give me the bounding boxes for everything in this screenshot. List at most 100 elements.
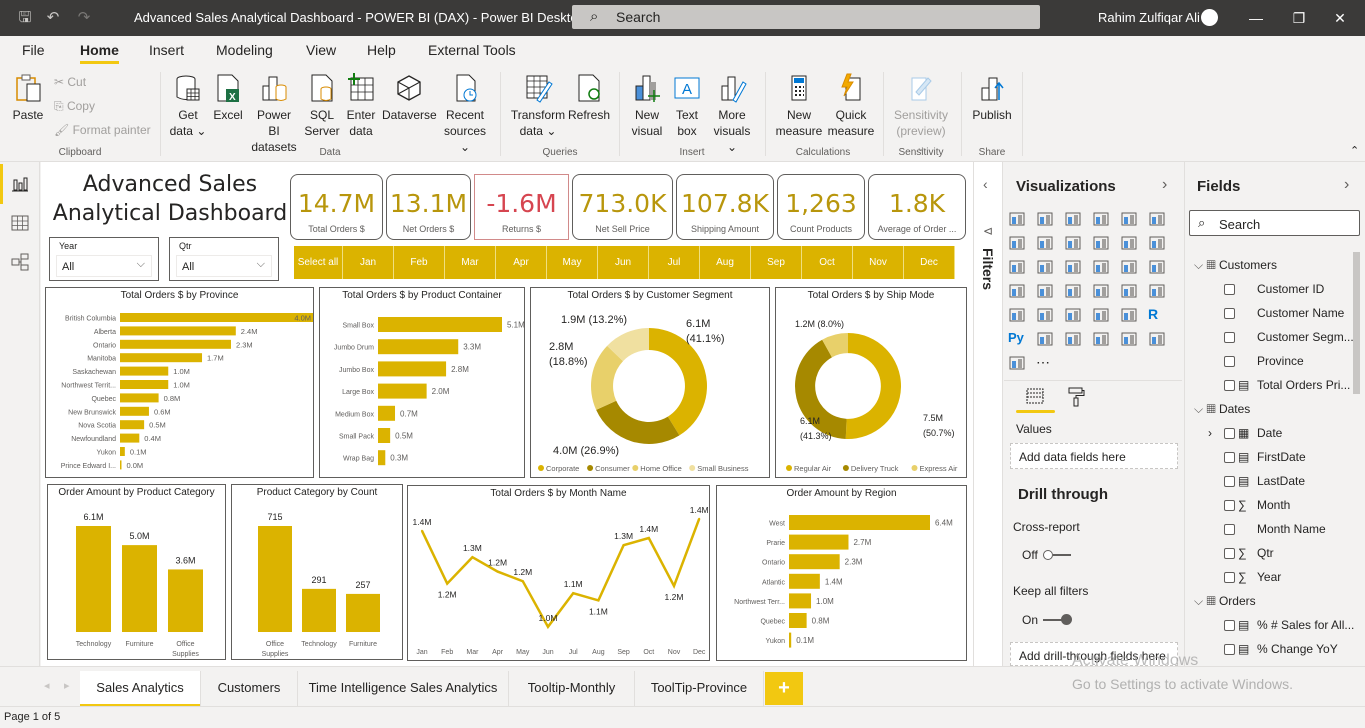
bar[interactable] xyxy=(120,393,159,403)
bar[interactable] xyxy=(120,366,169,376)
field-item[interactable]: Customer Segm... xyxy=(1257,330,1354,344)
table-dates[interactable]: ⌵ ▦ Dates xyxy=(1194,402,1250,417)
filters-pane[interactable]: ‹ ⊲ Filters xyxy=(973,162,1002,666)
field-checkbox[interactable] xyxy=(1224,308,1235,319)
close-icon[interactable]: ✕ xyxy=(1330,8,1350,28)
kpi-net-sell-price[interactable]: 713.0K Net Sell Price xyxy=(572,174,673,240)
line-point[interactable] xyxy=(421,529,423,532)
menu-modeling[interactable]: Modeling xyxy=(216,42,273,58)
bar[interactable] xyxy=(789,632,792,648)
month-button-jun[interactable]: Jun xyxy=(598,246,649,279)
refresh-button[interactable]: Refresh xyxy=(568,72,610,123)
python-visual-visual-icon[interactable]: Py xyxy=(1008,330,1026,348)
field-item[interactable]: % # Sales for All... xyxy=(1257,618,1354,632)
year-dropdown[interactable]: All ⌵ xyxy=(56,255,152,277)
page-tab-tooltip-monthly[interactable]: Tooltip-Monthly xyxy=(509,671,635,707)
bar[interactable] xyxy=(378,405,396,421)
line-point[interactable] xyxy=(446,582,449,585)
menu-help[interactable]: Help xyxy=(367,42,396,58)
kpi-visual-icon[interactable] xyxy=(1036,306,1054,324)
bar[interactable] xyxy=(120,433,140,443)
line-point[interactable] xyxy=(547,625,549,628)
line-point[interactable] xyxy=(673,585,675,587)
page-tab-tooltip-province[interactable]: ToolTip-Province xyxy=(635,671,764,707)
field-item[interactable]: Year xyxy=(1257,570,1281,584)
get-data-button[interactable]: Get data ⌄ xyxy=(168,72,208,139)
user-name[interactable]: Rahim Zulfiqar Ali xyxy=(1098,10,1200,25)
scroll-left-icon[interactable]: ◂ xyxy=(44,679,50,692)
line-column-visual-icon[interactable] xyxy=(1092,234,1110,252)
fields-search-input[interactable]: ⌕ Search xyxy=(1189,210,1360,236)
bar[interactable] xyxy=(76,526,111,632)
page-tab-customers[interactable]: Customers xyxy=(201,671,298,707)
bar[interactable] xyxy=(378,450,386,466)
month-button-select-all[interactable]: Select all xyxy=(294,246,343,279)
field-item[interactable]: % Change YoY xyxy=(1257,642,1338,656)
line-point[interactable] xyxy=(597,599,600,602)
bar[interactable] xyxy=(378,317,502,332)
bar[interactable] xyxy=(378,383,427,399)
minimize-icon[interactable]: — xyxy=(1246,8,1266,28)
chart-region[interactable]: Order Amount by Region West 6.4M Prarie 2.7… xyxy=(716,485,967,661)
sensitivity-button[interactable]: Sensitivity (preview) ⌄ xyxy=(890,72,952,155)
month-button-apr[interactable]: Apr xyxy=(496,246,547,279)
bar[interactable] xyxy=(378,428,391,443)
cross-report-toggle[interactable] xyxy=(1043,549,1073,561)
recent-sources-button[interactable]: Recent sources ⌄ xyxy=(440,72,490,155)
month-button-may[interactable]: May xyxy=(547,246,598,279)
smart-narrative-visual-icon[interactable] xyxy=(1120,330,1138,348)
bar[interactable] xyxy=(120,326,236,336)
field-item[interactable]: Date xyxy=(1257,426,1282,440)
transform-data-button[interactable]: Transform data ⌄ xyxy=(510,72,566,139)
kpi-total-orders[interactable]: 14.7M Total Orders $ xyxy=(290,174,383,240)
filled-map-visual-icon[interactable] xyxy=(1036,282,1054,300)
bar[interactable] xyxy=(789,515,930,530)
map-visual-icon[interactable] xyxy=(1008,282,1026,300)
expand-chevron-icon[interactable]: › xyxy=(1344,176,1349,194)
sql-server-button[interactable]: SQL Server xyxy=(302,72,342,139)
dataverse-button[interactable]: Dataverse xyxy=(382,72,437,123)
field-item[interactable]: Month Name xyxy=(1257,522,1326,536)
chart-category-amount[interactable]: Order Amount by Product Category 6.1M Tec… xyxy=(47,484,226,660)
add-page-button[interactable]: + xyxy=(765,672,803,705)
waterfall-visual-icon[interactable] xyxy=(1008,258,1026,276)
bar[interactable] xyxy=(168,569,203,632)
treemap-visual-icon[interactable] xyxy=(1148,258,1166,276)
stacked-area-visual-icon[interactable] xyxy=(1064,234,1082,252)
field-item[interactable]: Qtr xyxy=(1257,546,1274,560)
field-checkbox[interactable] xyxy=(1224,284,1235,295)
text-box-button[interactable]: A Text box xyxy=(668,72,706,139)
field-checkbox[interactable] xyxy=(1224,476,1235,487)
month-button-jan[interactable]: Jan xyxy=(343,246,394,279)
field-item[interactable]: FirstDate xyxy=(1257,450,1306,464)
line-point[interactable] xyxy=(698,517,701,520)
matrix-visual-icon[interactable] xyxy=(1120,306,1138,324)
line-point[interactable] xyxy=(572,592,575,595)
month-button-oct[interactable]: Oct xyxy=(802,246,853,279)
bar[interactable] xyxy=(122,545,157,632)
expand-chevron-icon[interactable]: › xyxy=(1208,426,1212,440)
table-customers[interactable]: ⌵ ▦ Customers xyxy=(1194,258,1277,273)
field-checkbox[interactable] xyxy=(1224,380,1235,391)
more-visuals-button[interactable]: More visuals ⌄ xyxy=(708,72,756,155)
month-button-dec[interactable]: Dec xyxy=(904,246,955,279)
funnel-visual-icon[interactable] xyxy=(1036,258,1054,276)
azure-map-visual-icon[interactable] xyxy=(1092,282,1110,300)
gauge-visual-icon[interactable] xyxy=(1120,282,1138,300)
enter-data-button[interactable]: Enter data xyxy=(344,72,378,139)
menu-view[interactable]: View xyxy=(306,42,336,58)
power-apps-visual-icon[interactable] xyxy=(1008,354,1026,372)
line-point[interactable] xyxy=(647,537,650,539)
line-point[interactable] xyxy=(622,544,625,547)
restore-icon[interactable]: ❐ xyxy=(1289,8,1309,28)
multi-row-card-visual-icon[interactable] xyxy=(1008,306,1026,324)
bar[interactable] xyxy=(120,313,313,322)
legend-label[interactable]: Regular Air xyxy=(794,464,832,473)
legend-label[interactable]: Corporate xyxy=(546,464,579,473)
qa-visual-icon[interactable] xyxy=(1092,330,1110,348)
field-checkbox[interactable] xyxy=(1224,356,1235,367)
undo-icon[interactable]: ↶ xyxy=(44,9,62,27)
month-button-mar[interactable]: Mar xyxy=(445,246,496,279)
new-measure-button[interactable]: New measure xyxy=(774,72,824,139)
line-clustered-visual-icon[interactable] xyxy=(1120,234,1138,252)
